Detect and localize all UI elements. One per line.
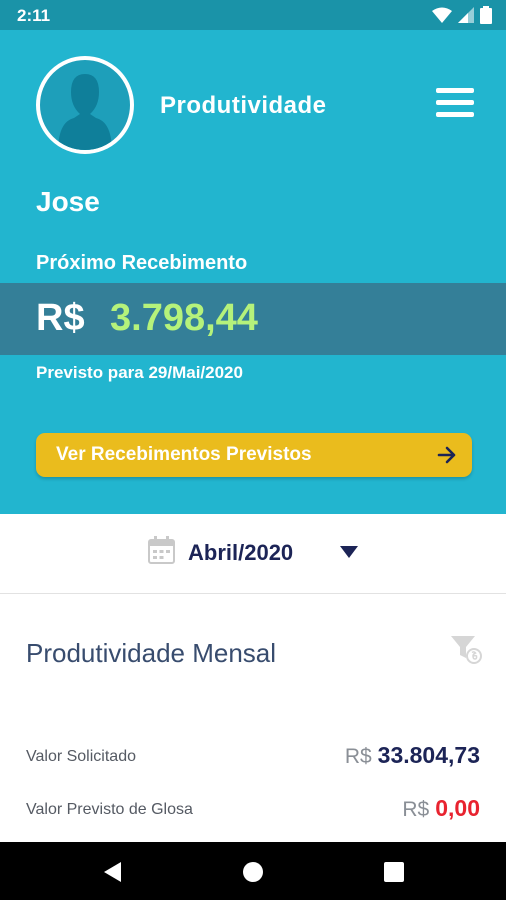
- nav-back-icon[interactable]: [101, 860, 125, 884]
- requested-value-currency: R$: [344, 745, 372, 768]
- wifi-icon: [432, 7, 452, 23]
- header: Produtividade Jose Próximo Recebimento R…: [0, 30, 506, 514]
- month-label[interactable]: Abril/2020: [188, 540, 293, 566]
- expected-gloss-currency: R$: [402, 798, 430, 821]
- filter-icon[interactable]: [450, 634, 482, 664]
- status-time: 2:11: [17, 6, 51, 25]
- status-icons: [432, 6, 492, 24]
- menu-icon: [436, 88, 474, 93]
- requested-value-amount: 33.804,73: [377, 742, 480, 768]
- section-title: Produtividade Mensal: [26, 638, 277, 668]
- expected-gloss-value: R$ 0,00: [402, 795, 480, 822]
- next-payment-amount: 3.798,44: [110, 297, 258, 339]
- nav-recents-icon[interactable]: [382, 860, 406, 884]
- requested-value-label: Valor Solicitado: [26, 748, 136, 765]
- amount-currency: R$: [36, 297, 85, 339]
- next-payment-label: Próximo Recebimento: [36, 252, 248, 274]
- requested-value: R$ 33.804,73: [345, 742, 480, 769]
- expected-date: Previsto para 29/Mai/2020: [36, 363, 243, 382]
- amount-band: R$ 3.798,44: [0, 283, 506, 355]
- status-bar: 2:11: [0, 0, 506, 30]
- nav-home-icon[interactable]: [241, 860, 265, 884]
- caret-down-icon[interactable]: [340, 546, 358, 558]
- page-title: Produtividade: [160, 92, 327, 119]
- expected-gloss-label: Valor Previsto de Glosa: [26, 801, 193, 818]
- menu-button[interactable]: [436, 88, 474, 122]
- view-expected-payments-button[interactable]: Ver Recebimentos Previstos: [36, 433, 472, 477]
- battery-icon: [480, 6, 492, 24]
- user-name: Jose: [36, 186, 100, 217]
- avatar[interactable]: [36, 56, 134, 154]
- signal-icon: [458, 7, 474, 23]
- arrow-right-icon: [437, 446, 456, 464]
- avatar-icon: [58, 74, 112, 150]
- cta-label: Ver Recebimentos Previstos: [56, 444, 312, 465]
- calendar-icon: [148, 536, 175, 564]
- navigation-bar: [0, 842, 506, 900]
- expected-gloss-amount: 0,00: [435, 795, 480, 821]
- month-selector[interactable]: Abril/2020: [0, 514, 506, 594]
